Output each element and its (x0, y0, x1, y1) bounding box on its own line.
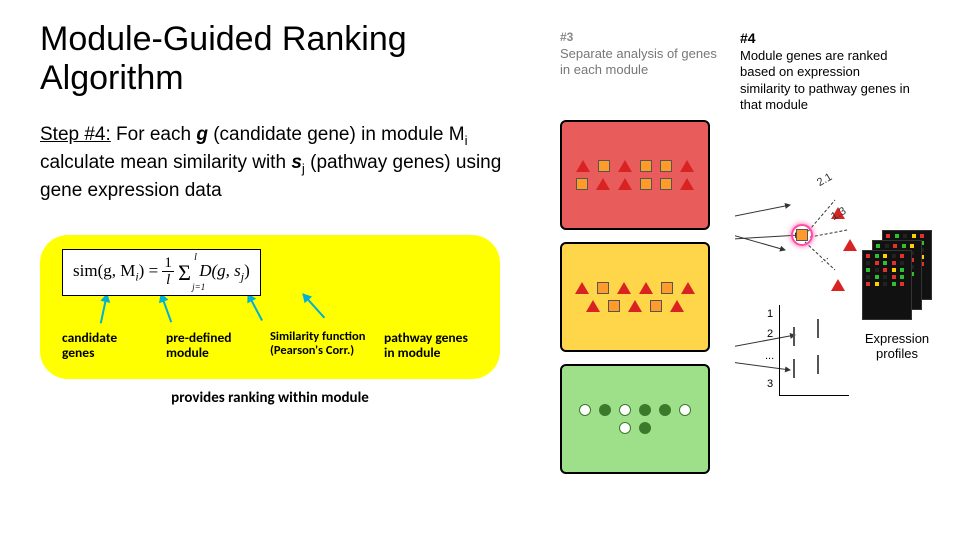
pathway-gene-icon (618, 160, 632, 172)
other-gene-icon (599, 404, 611, 416)
one-over-l: 1l (162, 256, 174, 289)
column-step3: #3 Separate analysis of genes in each mo… (560, 30, 730, 474)
modules-stack (560, 120, 730, 474)
node (793, 328, 809, 344)
node (817, 320, 833, 336)
step3-number: #3 (560, 30, 730, 44)
candidate-gene-icon (660, 178, 672, 190)
sigma: l Σ j=1 (178, 260, 195, 286)
candidate-gene-icon (661, 282, 673, 294)
node (817, 356, 833, 372)
arrow-icon (100, 294, 108, 324)
candidate-gene-icon (817, 355, 819, 374)
pathway-gene-icon (617, 282, 631, 294)
arrow-icon (160, 293, 172, 322)
candidate-gene-icon (796, 229, 808, 241)
t: calculate mean similarity with (40, 152, 291, 173)
other-gene-icon (619, 404, 631, 416)
microarray-chip-icon (862, 250, 912, 320)
sim-fn: sim (73, 261, 98, 280)
formula-arrows (62, 294, 478, 328)
pathway-gene-icon (681, 282, 695, 294)
pathway-gene-icon (639, 282, 653, 294)
selected-gene-node (791, 224, 813, 246)
label-pathway-genes: pathway genes in module (384, 330, 474, 361)
var-g: g (196, 124, 208, 145)
pathway-gene-icon (596, 178, 610, 190)
sub-i: i (465, 133, 468, 148)
candidate-gene-icon (640, 178, 652, 190)
pathway-gene-icon (843, 222, 857, 251)
formula: sim(g, Mi) = 1l l Σ j=1 D(g, sj) (62, 249, 261, 296)
formula-annotation-row: candidate genes pre-defined module Simil… (62, 330, 478, 361)
arrow-icon (247, 293, 263, 320)
pathway-gene-icon (586, 300, 600, 312)
module-box-yellow (560, 242, 710, 352)
label-predefined-module: pre-defined module (166, 330, 256, 361)
candidate-gene-icon (793, 327, 795, 346)
num: 1 (162, 256, 174, 272)
label-similarity-fn: Similarity function (Pearson's Corr.) (270, 330, 370, 361)
den: l (162, 272, 174, 289)
step4-caption: Module genes are ranked based on express… (740, 48, 910, 112)
axis-tick: 3 (767, 378, 773, 390)
candidate-gene-icon (793, 359, 795, 378)
candidate-gene-icon (640, 160, 652, 172)
step-description: Step #4: For each g (candidate gene) in … (40, 122, 510, 203)
candidate-gene-icon (576, 178, 588, 190)
sigma-sub: j=1 (192, 282, 205, 292)
node (793, 360, 809, 376)
slide-title: Module-Guided Ranking Algorithm (40, 20, 460, 98)
pathway-gene-icon (575, 282, 589, 294)
t: (candidate gene) in module M (208, 124, 465, 145)
pathway-gene-icon (576, 160, 590, 172)
candidate-gene-icon (608, 300, 620, 312)
other-gene-icon (659, 404, 671, 416)
pathway-gene-icon (831, 262, 845, 291)
fend: ) (244, 261, 250, 280)
pathway-gene-icon (680, 178, 694, 190)
arrow-icon (302, 293, 325, 318)
label-candidate-genes: candidate genes (62, 330, 152, 361)
pathway-gene-icon (628, 300, 642, 312)
node (843, 222, 859, 238)
rank-axis-v (779, 305, 780, 395)
step-label: Step #4: (40, 124, 111, 145)
formula-panel: sim(g, Mi) = 1l l Σ j=1 D(g, sj) candida… (40, 235, 500, 379)
step3-caption: Separate analysis of genes in each modul… (560, 46, 730, 110)
step4-number: #4 (740, 30, 910, 46)
caption: provides ranking within module (40, 389, 500, 407)
node (831, 190, 847, 206)
other-gene-icon (619, 422, 631, 434)
other-gene-icon (579, 404, 591, 416)
sigma-sup: l (194, 252, 197, 263)
expression-profiles-label: Expression profiles (852, 332, 942, 362)
var-s: s (291, 152, 302, 173)
D-fn: D(g, s (199, 261, 241, 280)
axis-tick: 1 (767, 308, 773, 320)
other-gene-icon (679, 404, 691, 416)
other-gene-icon (639, 404, 651, 416)
axis-tick: ... (765, 350, 774, 362)
axis-tick: 2 (767, 328, 773, 340)
sigma-symbol: Σ (178, 260, 191, 285)
fargs: (g, M (98, 261, 136, 280)
feq: ) = (139, 261, 159, 280)
candidate-gene-icon (660, 160, 672, 172)
node (831, 262, 847, 278)
candidate-gene-icon (597, 282, 609, 294)
module-box-red (560, 120, 710, 230)
t: For each (111, 124, 197, 145)
candidate-gene-icon (817, 319, 819, 338)
pathway-gene-icon (618, 178, 632, 190)
candidate-gene-icon (598, 160, 610, 172)
pathway-gene-icon (670, 300, 684, 312)
other-gene-icon (639, 422, 651, 434)
module-box-green (560, 364, 710, 474)
pathway-gene-icon (680, 160, 694, 172)
rank-axis-h (779, 395, 849, 396)
candidate-gene-icon (650, 300, 662, 312)
